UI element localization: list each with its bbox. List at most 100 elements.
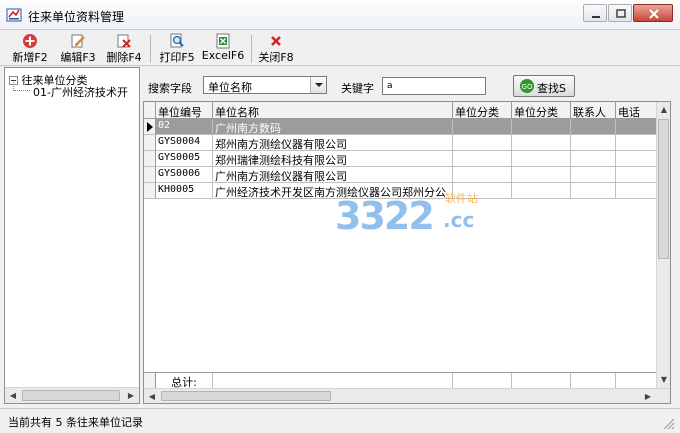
- edit-button[interactable]: 编辑F3: [58, 33, 98, 65]
- watermark-number: 3322: [335, 194, 435, 238]
- search-field-label: 搜索字段: [148, 82, 192, 95]
- print-button[interactable]: 打印F5: [157, 33, 197, 65]
- keyword-label: 关键字: [341, 82, 374, 95]
- cell-unit-code[interactable]: GYS0004: [156, 135, 213, 151]
- search-button[interactable]: GO 查找S: [513, 75, 575, 97]
- category-tree: 往来单位分类 01-广州经济技术开 ◀ ▶: [4, 67, 140, 404]
- cell-unit-category[interactable]: [453, 135, 512, 151]
- title-bar: 往来单位资料管理: [0, 0, 680, 30]
- cell-unit-name[interactable]: 广州南方数码: [213, 119, 453, 135]
- keyword-input[interactable]: a: [382, 77, 486, 95]
- row-header: [144, 183, 156, 199]
- scroll-left-icon[interactable]: ◀: [144, 389, 160, 403]
- grid-vertical-scrollbar[interactable]: ▲ ▼: [656, 102, 670, 388]
- cell-unit-code[interactable]: GYS0006: [156, 167, 213, 183]
- cell-phone[interactable]: [616, 135, 657, 151]
- delete-label: 删除F4: [106, 51, 142, 64]
- keyword-value: a: [387, 81, 393, 91]
- column-header-phone[interactable]: 电话: [616, 102, 657, 119]
- cell-unit-category-2[interactable]: [512, 183, 571, 199]
- toolbar: 新增F2 编辑F3 删除F4 打印F5 ExcelF6 关闭F8: [0, 31, 680, 66]
- close-button[interactable]: 关闭F8: [256, 33, 296, 65]
- window-title: 往来单位资料管理: [28, 10, 125, 24]
- cell-unit-name[interactable]: 广州南方测绘仪器有限公司: [213, 167, 453, 183]
- svg-text:GO: GO: [522, 83, 533, 91]
- grid-horizontal-scrollbar[interactable]: ◀ ▶: [144, 388, 670, 403]
- toolbar-separator: [150, 35, 151, 63]
- close-icon: [271, 36, 281, 46]
- maximize-button[interactable]: [608, 4, 632, 22]
- tree-child-node[interactable]: 01-广州经济技术开: [33, 84, 128, 100]
- column-header-unit-category-2[interactable]: 单位分类: [512, 102, 571, 119]
- cell-unit-code[interactable]: KH0005: [156, 183, 213, 199]
- column-header-unit-name[interactable]: 单位名称: [213, 102, 453, 119]
- status-bar: 当前共有 5 条往来单位记录: [0, 408, 680, 433]
- print-label: 打印F5: [159, 51, 195, 64]
- search-field-value: 单位名称: [208, 81, 252, 94]
- scroll-up-icon[interactable]: ▲: [657, 102, 670, 118]
- scrollbar-thumb[interactable]: [22, 390, 120, 401]
- cell-phone[interactable]: [616, 167, 657, 183]
- column-header-unit-code[interactable]: 单位编号: [156, 102, 213, 119]
- row-header: [144, 151, 156, 167]
- tree-horizontal-scrollbar[interactable]: ◀ ▶: [5, 387, 139, 403]
- cell-unit-category-2[interactable]: [512, 135, 571, 151]
- site-watermark: 3322 .cc 软件站: [335, 190, 485, 240]
- unit-data-grid: 单位编号 单位名称 单位分类 单位分类 联系人 电话 02 广州南方数码 GYS…: [143, 101, 671, 404]
- cell-unit-category[interactable]: [453, 119, 512, 135]
- cell-contact[interactable]: [571, 183, 616, 199]
- excel-icon: [216, 33, 230, 49]
- cell-unit-category-2[interactable]: [512, 151, 571, 167]
- column-header-contact[interactable]: 联系人: [571, 102, 616, 119]
- row-pointer: [144, 119, 156, 135]
- excel-export-button[interactable]: ExcelF6: [201, 33, 245, 65]
- resize-grip-icon[interactable]: [662, 417, 676, 431]
- total-row: 总计:: [144, 372, 657, 389]
- search-button-label: 查找S: [537, 82, 566, 95]
- go-icon: GO: [520, 79, 534, 93]
- scroll-down-icon[interactable]: ▼: [657, 372, 670, 388]
- cell-unit-code[interactable]: 02: [156, 119, 213, 135]
- cell-unit-category-2[interactable]: [512, 167, 571, 183]
- delete-icon: [117, 34, 131, 48]
- scroll-right-icon[interactable]: ▶: [123, 388, 139, 404]
- close-label: 关闭F8: [258, 51, 294, 64]
- cell-unit-name[interactable]: 郑州瑞律测绘科技有限公司: [213, 151, 453, 167]
- watermark-suffix: .cc: [443, 208, 475, 232]
- cell-phone[interactable]: [616, 183, 657, 199]
- search-field-select[interactable]: 单位名称: [203, 76, 327, 94]
- cell-unit-name[interactable]: 郑州南方测绘仪器有限公司: [213, 135, 453, 151]
- watermark-tag: 软件站: [445, 192, 478, 205]
- column-header-unit-category[interactable]: 单位分类: [453, 102, 512, 119]
- add-button[interactable]: 新增F2: [10, 33, 50, 65]
- total-cell: [571, 373, 616, 388]
- scrollbar-thumb[interactable]: [658, 119, 669, 259]
- cell-contact[interactable]: [571, 119, 616, 135]
- chevron-down-icon[interactable]: [310, 77, 326, 93]
- edit-icon: [71, 34, 85, 48]
- edit-label: 编辑F3: [60, 51, 96, 64]
- delete-button[interactable]: 删除F4: [104, 33, 144, 65]
- row-header: [144, 167, 156, 183]
- close-window-button[interactable]: [633, 4, 673, 22]
- cell-unit-category[interactable]: [453, 151, 512, 167]
- cell-contact[interactable]: [571, 135, 616, 151]
- total-cell: [213, 373, 453, 388]
- cell-phone[interactable]: [616, 151, 657, 167]
- tree-connector: [14, 90, 30, 91]
- status-text: 当前共有 5 条往来单位记录: [8, 416, 143, 429]
- cell-unit-code[interactable]: GYS0005: [156, 151, 213, 167]
- minimize-button[interactable]: [583, 4, 607, 22]
- toolbar-separator: [251, 35, 252, 63]
- cell-contact[interactable]: [571, 167, 616, 183]
- total-cell: [512, 373, 571, 388]
- scroll-left-icon[interactable]: ◀: [5, 388, 21, 404]
- total-label: 总计:: [156, 373, 213, 389]
- cell-unit-category-2[interactable]: [512, 119, 571, 135]
- scroll-right-icon[interactable]: ▶: [640, 389, 656, 403]
- cell-phone[interactable]: [616, 119, 657, 135]
- cell-unit-category[interactable]: [453, 167, 512, 183]
- scrollbar-thumb[interactable]: [161, 391, 331, 401]
- row-header: [144, 135, 156, 151]
- cell-contact[interactable]: [571, 151, 616, 167]
